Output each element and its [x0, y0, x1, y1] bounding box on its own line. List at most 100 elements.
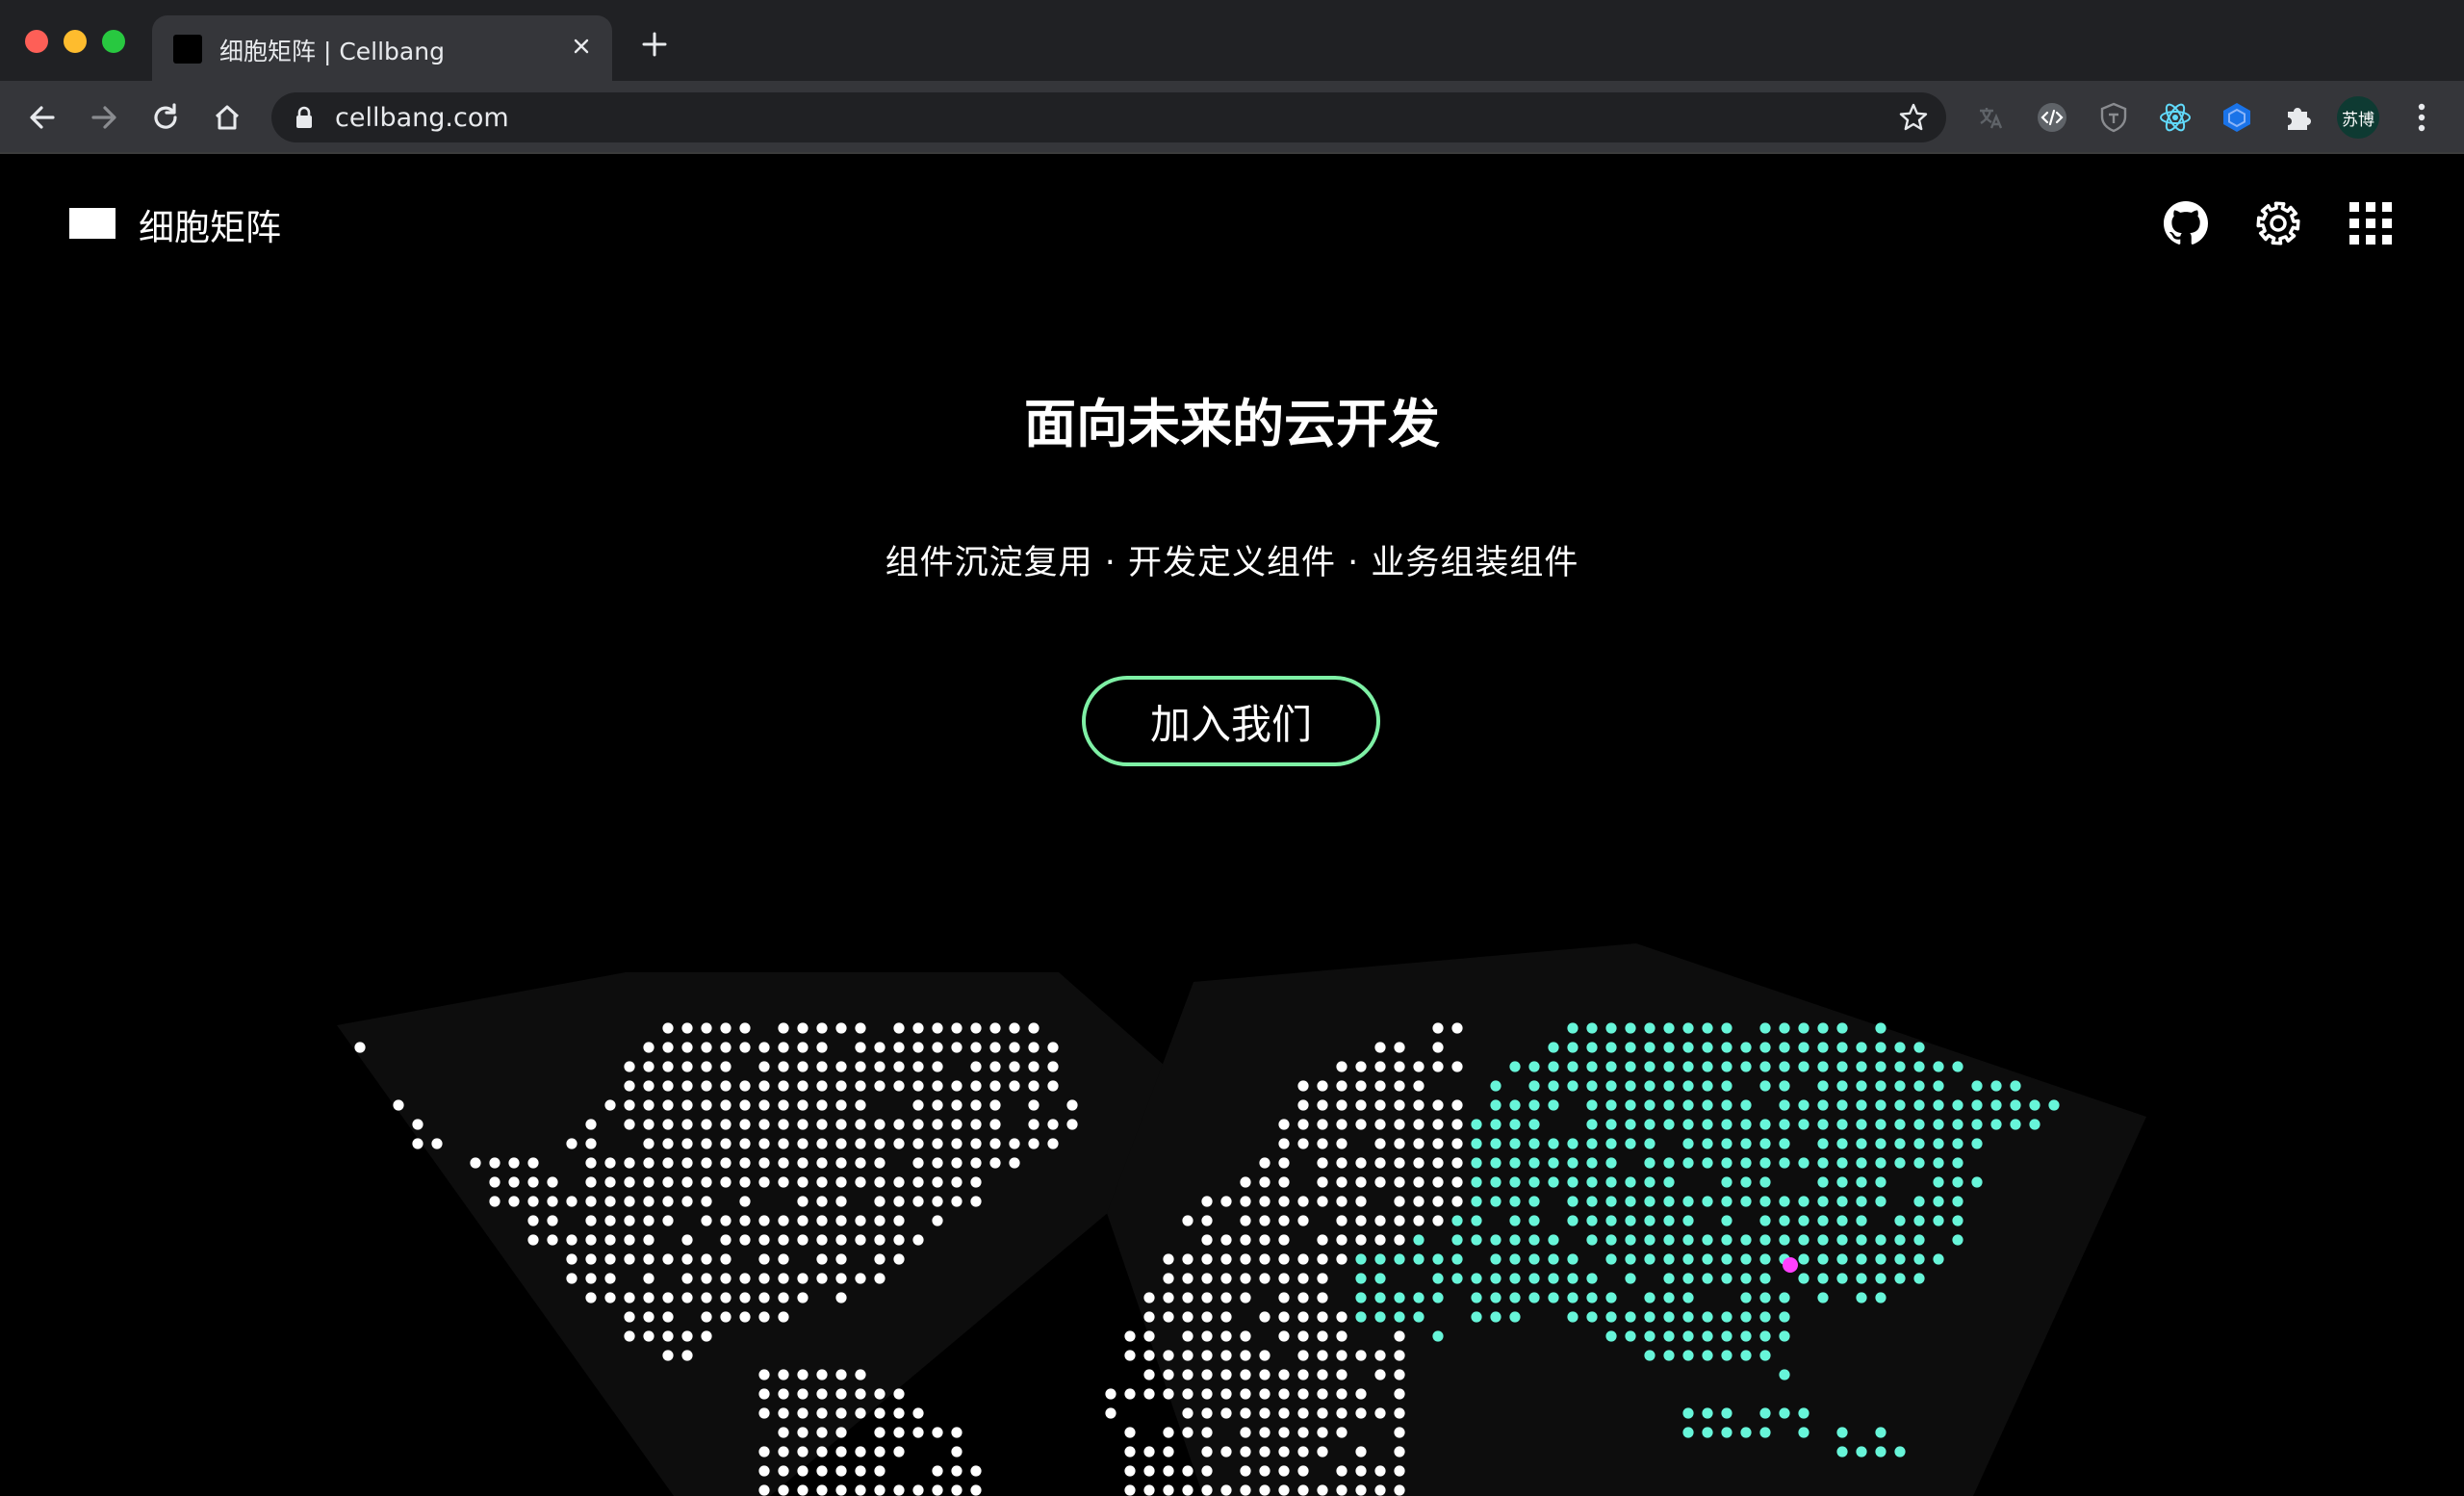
map-dot: [1894, 1215, 1906, 1226]
home-icon[interactable]: [204, 94, 250, 141]
map-dot: [701, 1080, 712, 1092]
map-dot: [1047, 1042, 1059, 1053]
map-dot: [1952, 1234, 1964, 1246]
map-dot: [701, 1253, 712, 1265]
map-dot: [1933, 1099, 1944, 1111]
puzzle-extensions-icon[interactable]: [2277, 96, 2320, 139]
map-dot: [835, 1196, 847, 1207]
map-dot: [1471, 1176, 1482, 1188]
map-dot: [1894, 1157, 1906, 1169]
map-dot: [912, 1427, 924, 1438]
apps-grid-icon[interactable]: [2340, 193, 2401, 254]
map-dot: [970, 1080, 982, 1092]
cube-extension-icon[interactable]: [2216, 96, 2258, 139]
map-dot: [758, 1061, 770, 1072]
map-dot: [1856, 1061, 1867, 1072]
map-dot: [816, 1176, 828, 1188]
map-dot: [816, 1138, 828, 1149]
map-dot: [912, 1042, 924, 1053]
map-dot: [1355, 1465, 1367, 1477]
forward-icon[interactable]: [81, 94, 127, 141]
map-dot: [547, 1215, 558, 1226]
map-dot: [1201, 1446, 1213, 1457]
map-dot: [1143, 1369, 1155, 1380]
map-dot: [1028, 1042, 1040, 1053]
code-extension-icon[interactable]: [2031, 96, 2073, 139]
map-dot: [816, 1446, 828, 1457]
map-dot: [1259, 1427, 1270, 1438]
new-tab-icon[interactable]: [635, 25, 674, 64]
map-dot: [624, 1253, 635, 1265]
browser-tab[interactable]: 细胞矩阵 | Cellbang: [152, 15, 612, 81]
map-dot: [778, 1446, 789, 1457]
map-dot: [1336, 1215, 1348, 1226]
window-maximize-button[interactable]: [102, 30, 125, 53]
map-dot: [874, 1215, 886, 1226]
map-dot: [1143, 1388, 1155, 1400]
map-dot: [1047, 1119, 1059, 1130]
map-dot: [1317, 1138, 1328, 1149]
map-dot: [1259, 1446, 1270, 1457]
window-minimize-button[interactable]: [64, 30, 87, 53]
map-dot: [893, 1042, 905, 1053]
map-dot: [1471, 1196, 1482, 1207]
reload-icon[interactable]: [142, 94, 189, 141]
github-icon[interactable]: [2155, 193, 2217, 254]
map-dot: [1336, 1099, 1348, 1111]
map-dot: [1471, 1119, 1482, 1130]
map-dot: [662, 1022, 674, 1034]
map-dot: [720, 1157, 732, 1169]
map-dot: [1336, 1465, 1348, 1477]
map-dot: [1605, 1022, 1617, 1034]
map-dot: [1933, 1080, 1944, 1092]
map-dot: [1836, 1157, 1848, 1169]
map-dot: [585, 1215, 597, 1226]
map-dot: [1817, 1253, 1829, 1265]
map-dot: [566, 1196, 578, 1207]
map-dot: [932, 1427, 943, 1438]
map-dot: [932, 1484, 943, 1496]
join-us-button[interactable]: 加入我们: [1082, 676, 1380, 766]
map-dot: [855, 1407, 866, 1419]
tab-close-icon[interactable]: [564, 29, 599, 64]
map-dot: [758, 1484, 770, 1496]
map-dot: [1374, 1080, 1386, 1092]
translate-extension-icon[interactable]: [1969, 96, 2012, 139]
map-dot: [1451, 1234, 1463, 1246]
address-bar[interactable]: cellbang.com: [271, 92, 1946, 142]
brand-logo-icon[interactable]: [69, 208, 116, 239]
map-dot: [1836, 1446, 1848, 1457]
map-dot: [1817, 1215, 1829, 1226]
map-dot: [1682, 1138, 1694, 1149]
map-dot: [1432, 1099, 1444, 1111]
map-dot: [989, 1022, 1001, 1034]
react-devtools-icon[interactable]: [2154, 96, 2196, 139]
gear-icon[interactable]: [2247, 193, 2309, 254]
map-dot: [1971, 1099, 1983, 1111]
profile-avatar[interactable]: 苏博: [2337, 96, 2379, 139]
map-dot: [1894, 1080, 1906, 1092]
back-icon[interactable]: [19, 94, 65, 141]
map-dot: [797, 1176, 808, 1188]
map-dot: [1297, 1292, 1309, 1303]
map-dot: [1394, 1157, 1405, 1169]
map-dot: [835, 1157, 847, 1169]
map-dot: [662, 1311, 674, 1323]
map-dot: [1509, 1311, 1521, 1323]
map-dot: [1509, 1292, 1521, 1303]
map-dot: [1047, 1080, 1059, 1092]
map-dot: [1394, 1465, 1405, 1477]
map-dot: [1413, 1196, 1424, 1207]
map-dot: [1894, 1234, 1906, 1246]
window-close-button[interactable]: [25, 30, 48, 53]
shield-extension-icon[interactable]: [2092, 96, 2135, 139]
map-dot: [1451, 1138, 1463, 1149]
kebab-menu-icon[interactable]: [2400, 96, 2443, 139]
map-dot: [1740, 1138, 1752, 1149]
map-dot: [720, 1253, 732, 1265]
map-dot: [662, 1196, 674, 1207]
map-dot: [662, 1157, 674, 1169]
bookmark-star-icon[interactable]: [1898, 102, 1929, 137]
brand-name[interactable]: 细胞矩阵: [139, 198, 281, 250]
map-dot: [893, 1407, 905, 1419]
